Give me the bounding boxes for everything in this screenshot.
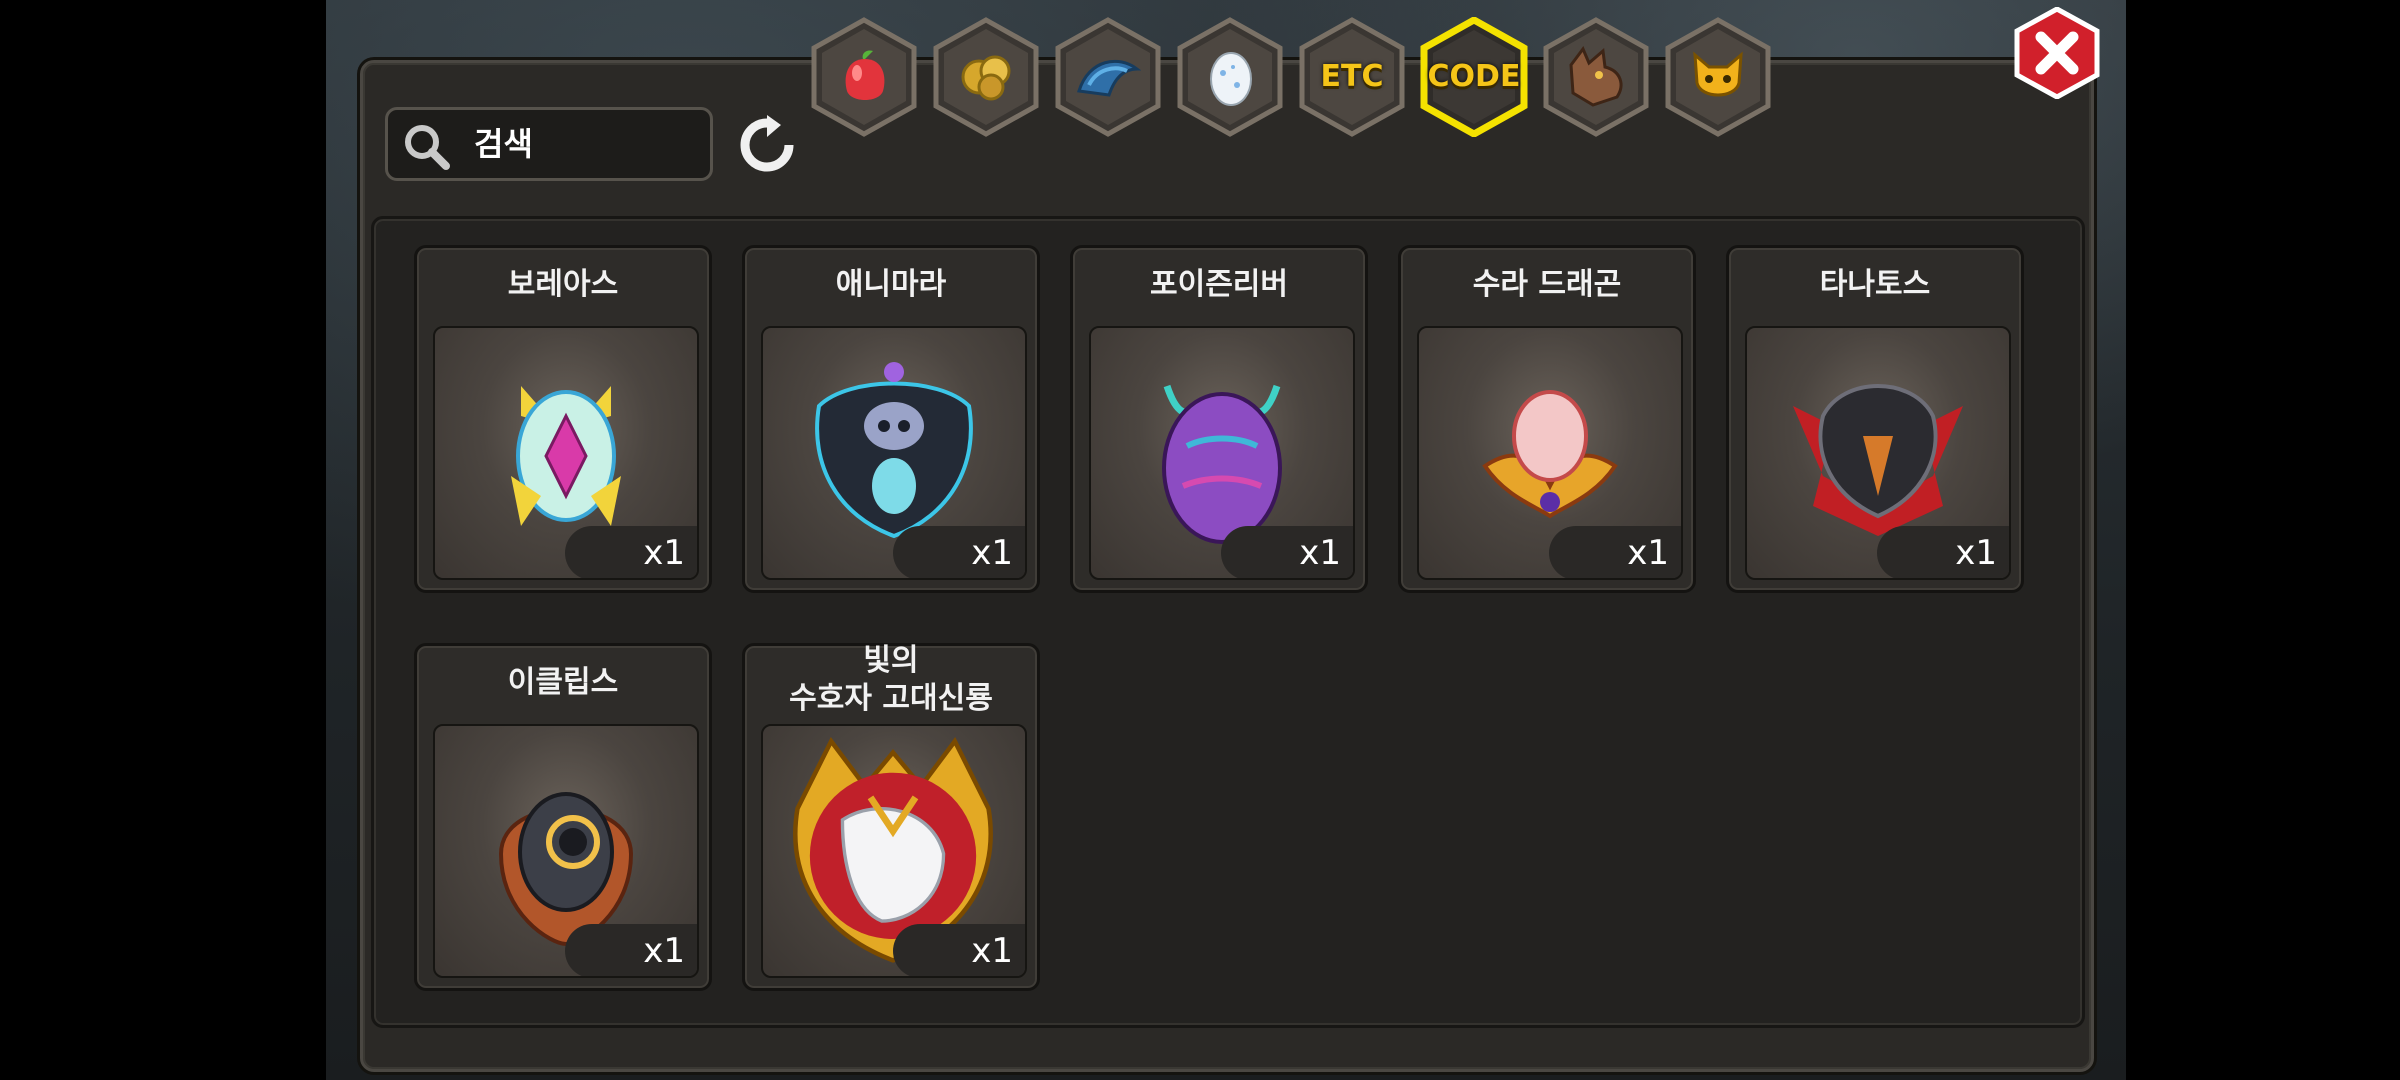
item-quantity: x1 (565, 924, 697, 976)
item-name: 수라 드래곤 (1472, 267, 1622, 302)
item-slot: x1 (761, 724, 1027, 978)
search-icon (405, 125, 450, 170)
item-quantity: x1 (1221, 526, 1353, 578)
item-slot: x1 (761, 326, 1027, 580)
item-card[interactable]: 수라 드래곤 x1 (1398, 245, 1696, 593)
item-slot: x1 (1745, 326, 2011, 580)
item-card[interactable]: 보레아스 x1 (414, 245, 712, 593)
tab-code-label: CODE (1427, 59, 1521, 94)
tab-etc[interactable]: ETC (1297, 17, 1407, 137)
tab-scale[interactable] (1053, 17, 1163, 137)
tab-code[interactable]: CODE (1419, 17, 1529, 137)
item-quantity: x1 (1549, 526, 1681, 578)
boreas-egg-icon (511, 386, 621, 526)
fruit-icon (845, 50, 885, 100)
search-field[interactable]: 검색 (385, 107, 713, 181)
tab-gold[interactable] (931, 17, 1041, 137)
egg-icon (1210, 52, 1252, 106)
tab-fruit[interactable] (809, 17, 919, 137)
pet-face-icon (1693, 51, 1743, 97)
item-name: 보레아스 (507, 267, 619, 302)
item-card[interactable]: 애니마라 x1 (742, 245, 1040, 593)
category-tabs: ETC CODE (809, 17, 1771, 147)
poison-river-egg-icon (1162, 384, 1282, 544)
item-quantity: x1 (1877, 526, 2009, 578)
item-name: 타나토스 (1819, 267, 1931, 302)
search-placeholder: 검색 (474, 125, 533, 163)
item-name: 이클립스 (507, 665, 619, 700)
item-grid: 보레아스 x1 애니마라 x1 포이즌리버 x1 수라 드래곤 x1 타나토스 … (371, 216, 2085, 1028)
item-quantity: x1 (893, 924, 1025, 976)
scale-icon (1077, 59, 1141, 97)
refresh-icon[interactable] (737, 115, 797, 175)
item-name-line1: 빛의 (863, 643, 919, 678)
item-name-line2: 수호자 고대신룡 (789, 681, 993, 716)
tab-dragon[interactable] (1541, 17, 1651, 137)
item-quantity: x1 (565, 526, 697, 578)
tab-egg[interactable] (1175, 17, 1285, 137)
item-card[interactable]: 빛의 수호자 고대신룡 x1 (742, 643, 1040, 991)
sura-dragon-egg-icon (1482, 390, 1618, 519)
item-slot: x1 (433, 724, 699, 978)
close-button[interactable] (2011, 7, 2103, 99)
animara-egg-icon (815, 362, 973, 539)
inventory-modal: 검색 ETC CODE 보레아스 x1 애니마라 x1 포이즌리버 x1 수라 … (360, 7, 2100, 1072)
item-quantity: x1 (893, 526, 1025, 578)
item-card[interactable]: 타나토스 x1 (1726, 245, 2024, 593)
item-card[interactable]: 포이즌리버 x1 (1070, 245, 1368, 593)
item-name: 애니마라 (835, 267, 947, 302)
eclipse-egg-icon (498, 792, 634, 947)
dragon-head-icon (1569, 46, 1623, 107)
thanatos-egg-icon (1793, 384, 1963, 536)
tab-pet[interactable] (1663, 17, 1773, 137)
item-card[interactable]: 이클립스 x1 (414, 643, 712, 991)
item-name: 빛의 수호자 고대신룡 (745, 642, 1037, 718)
item-name: 포이즌리버 (1150, 267, 1288, 302)
item-slot: x1 (433, 326, 699, 580)
item-slot: x1 (1089, 326, 1355, 580)
gold-icon (961, 55, 1011, 101)
tab-etc-label: ETC (1320, 59, 1384, 94)
item-slot: x1 (1417, 326, 1683, 580)
